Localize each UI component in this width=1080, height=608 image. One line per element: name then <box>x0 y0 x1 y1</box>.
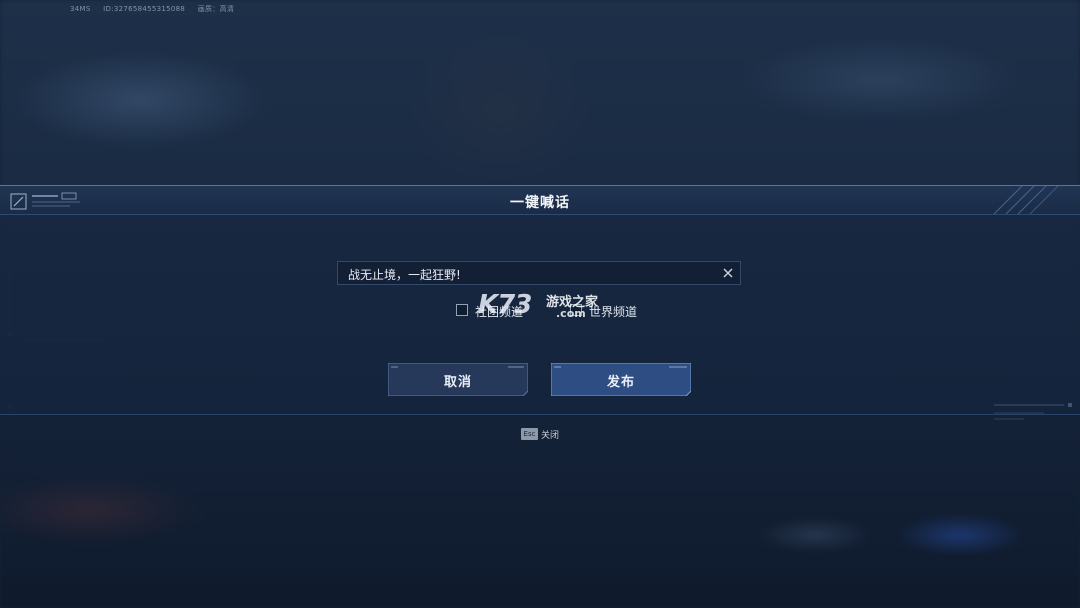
close-label[interactable]: 关闭 <box>541 428 559 441</box>
club-channel-label: 社团频道 <box>475 305 524 319</box>
publish-button[interactable]: 发布 <box>551 363 691 396</box>
dialog-title: 一键喊话 <box>510 195 570 211</box>
dialog-titlebar: 一键喊话 <box>0 186 1080 215</box>
checkbox-box[interactable] <box>456 304 468 316</box>
publish-label[interactable]: 发布 <box>551 371 691 390</box>
checkbox-box[interactable] <box>570 304 582 316</box>
ping-text: 34MS <box>70 5 91 13</box>
player-id-text: ID:3276584553150​88 <box>103 5 186 13</box>
connection-info: 34MS ID:3276584553150​88 画质：高清 <box>70 4 244 14</box>
cancel-button[interactable]: 取消 <box>388 363 528 396</box>
quality-text: 画质：高清 <box>197 5 235 13</box>
clear-icon[interactable] <box>721 266 735 280</box>
esc-key-icon[interactable]: Esc <box>521 428 538 440</box>
corner-decoration <box>993 186 1059 214</box>
world-channel-label: 世界频道 <box>589 305 638 319</box>
message-input[interactable]: 战无止境，一起狂野! <box>337 261 741 285</box>
cancel-label[interactable]: 取消 <box>388 371 528 390</box>
right-decoration <box>994 403 1072 420</box>
message-text[interactable]: 战无止境，一起狂野! <box>348 266 461 283</box>
shout-dialog: 一键喊话 战无止境，一起狂野! 社团频道 世界频道 K73 游戏之家 .com <box>0 185 1080 420</box>
